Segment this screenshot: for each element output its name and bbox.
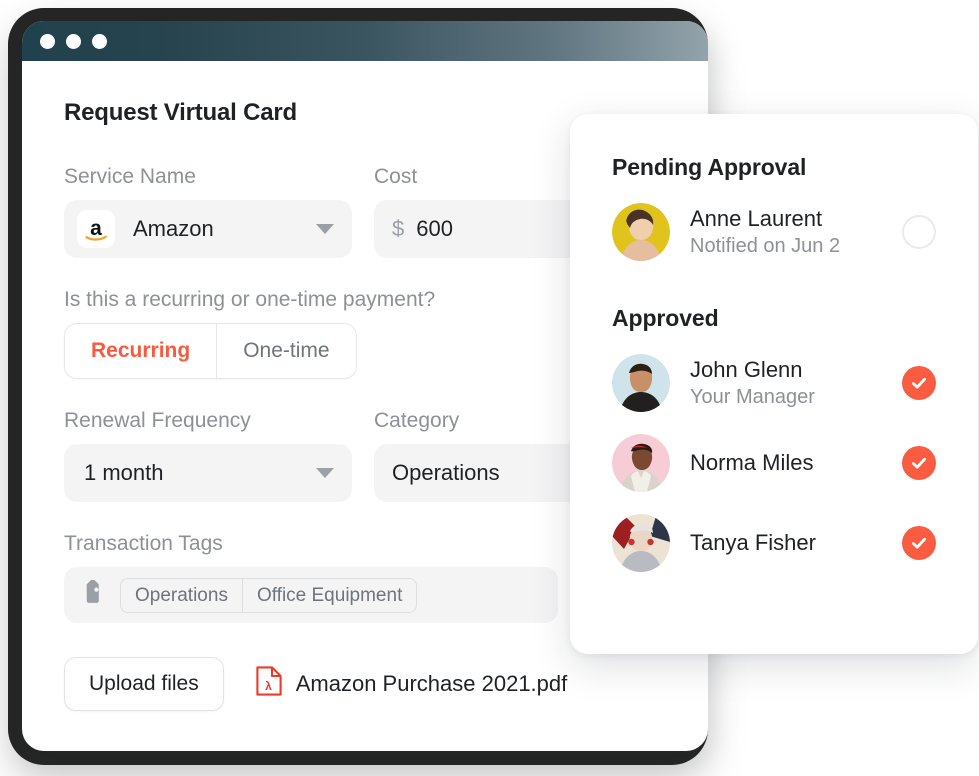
renewal-frequency-select[interactable]: 1 month (64, 444, 352, 502)
close-window-button[interactable] (40, 33, 55, 49)
status-approved-icon[interactable] (902, 526, 936, 560)
status-approved-icon[interactable] (902, 446, 936, 480)
renewal-frequency-value: 1 month (84, 460, 164, 485)
service-name-selected: a Amazon (77, 210, 214, 248)
currency-symbol: $ (392, 216, 405, 241)
status-pending-icon[interactable] (902, 215, 936, 249)
payment-type-segmented-control: Recurring One-time (64, 323, 357, 379)
zoom-window-button[interactable] (92, 33, 107, 49)
renewal-frequency-field: Renewal Frequency 1 month (64, 409, 352, 502)
chevron-down-icon[interactable] (316, 224, 334, 234)
person-subtitle: Notified on Jun 2 (690, 234, 841, 257)
tag-chip[interactable]: Operations (120, 577, 243, 613)
pending-approval-heading: Pending Approval (612, 154, 807, 180)
avatar-tanya-fisher (612, 514, 670, 572)
minimize-window-button[interactable] (66, 33, 81, 49)
pdf-file-icon: λ (256, 666, 282, 702)
list-item[interactable]: John Glenn Your Manager (570, 354, 978, 412)
avatar-anne-laurent (612, 203, 670, 261)
chevron-down-icon[interactable] (316, 468, 334, 478)
list-item[interactable]: Tanya Fisher (570, 514, 978, 572)
cost-value: 600 (416, 216, 453, 241)
person-info: Anne Laurent Notified on Jun 2 (690, 206, 902, 257)
status-approved-icon[interactable] (902, 366, 936, 400)
avatar-john-glenn (612, 354, 670, 412)
person-subtitle: Your Manager (690, 385, 815, 408)
payment-type-option-recurring[interactable]: Recurring (65, 324, 217, 378)
person-name: Norma Miles (690, 450, 814, 476)
category-value: Operations (392, 460, 500, 485)
person-info: John Glenn Your Manager (690, 357, 902, 408)
payment-type-option-one-time[interactable]: One-time (216, 324, 356, 378)
tag-chip[interactable]: Office Equipment (242, 577, 418, 613)
attachment-filename: Amazon Purchase 2021.pdf (295, 671, 568, 696)
person-info: Tanya Fisher (690, 530, 902, 555)
service-name-value: Amazon (133, 216, 214, 241)
service-name-field: Service Name a Amazon (64, 165, 352, 258)
window-title-bar (22, 21, 708, 61)
attachment-item[interactable]: λ Amazon Purchase 2021.pdf (256, 666, 568, 702)
person-name: Anne Laurent (690, 206, 823, 232)
amazon-logo-icon: a (77, 210, 115, 248)
person-info: Norma Miles (690, 450, 902, 475)
service-name-label: Service Name (64, 165, 196, 188)
list-item[interactable]: Anne Laurent Notified on Jun 2 (570, 203, 978, 261)
avatar-norma-miles (612, 434, 670, 492)
transaction-tags-input[interactable]: Operations Office Equipment (64, 567, 558, 623)
person-name: Tanya Fisher (690, 530, 816, 556)
screenshot-stage: Request Virtual Card Service Name a Amaz… (0, 0, 979, 776)
service-name-select[interactable]: a Amazon (64, 200, 352, 258)
tag-icon (80, 577, 106, 611)
upload-row: Upload files λ Amazon Purchase 2021.pdf (64, 657, 708, 711)
approved-heading: Approved (612, 305, 719, 331)
person-name: John Glenn (690, 357, 803, 383)
tag-chip-list: Operations Office Equipment (120, 577, 418, 613)
approval-panel: Pending Approval Anne Laurent Notified o… (570, 114, 978, 654)
svg-text:λ: λ (265, 679, 272, 693)
list-item[interactable]: Norma Miles (570, 434, 978, 492)
renewal-frequency-label: Renewal Frequency (64, 409, 251, 432)
upload-files-button[interactable]: Upload files (64, 657, 224, 711)
svg-text:a: a (90, 217, 102, 240)
